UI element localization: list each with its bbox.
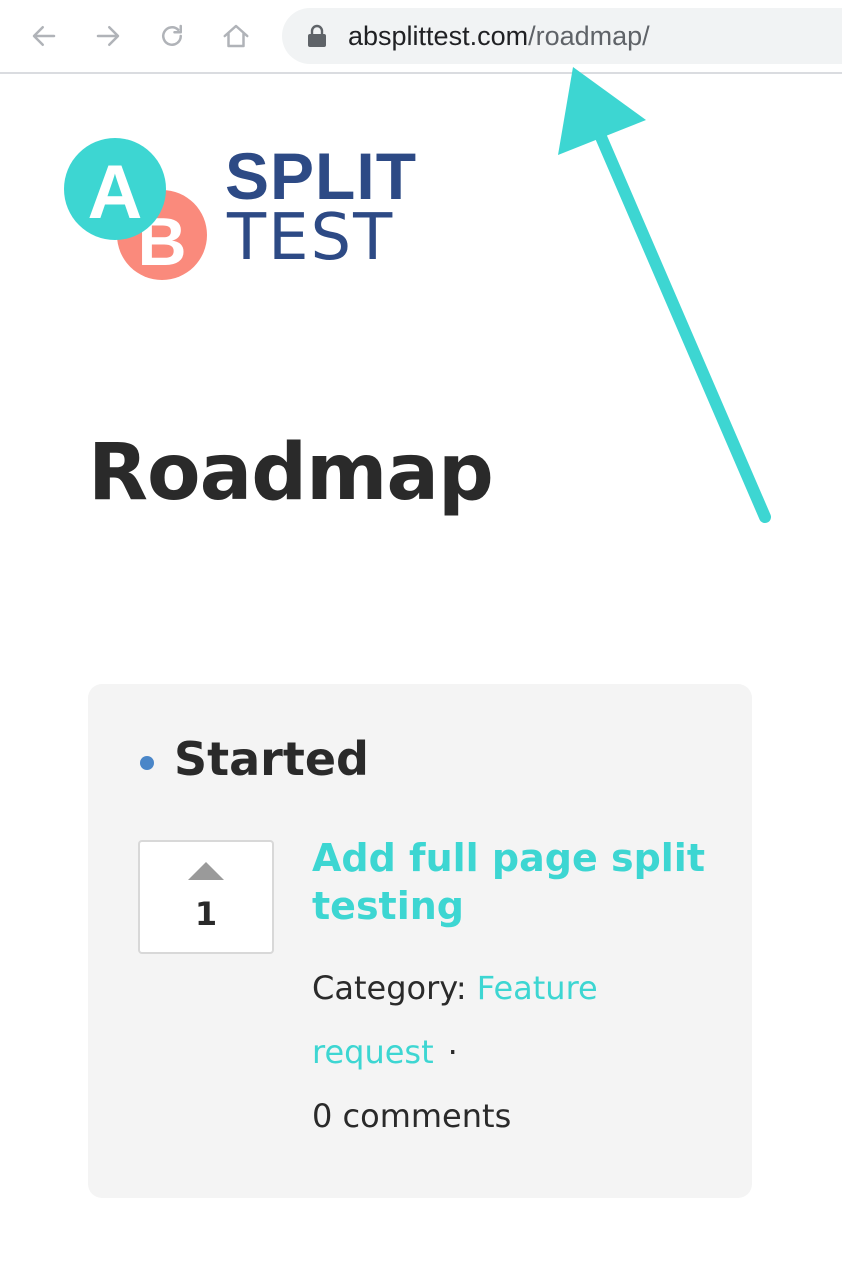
back-arrow-icon xyxy=(32,26,56,46)
home-button[interactable] xyxy=(218,18,254,54)
comments-link[interactable]: 0 comments xyxy=(312,1097,511,1135)
home-icon xyxy=(223,24,249,48)
site-logo[interactable]: B A SPLIT TEST xyxy=(60,135,416,285)
roadmap-status-card: Started 1 Add full page split testing Ca… xyxy=(88,684,752,1198)
status-dot xyxy=(140,756,154,770)
upvote-arrow-icon xyxy=(188,862,224,880)
annotation-arrow-head xyxy=(558,67,646,155)
logo-word-split: SPLIT xyxy=(225,139,418,213)
page: absplittest.com/roadmap/ B A SPLIT TEST … xyxy=(0,0,842,1270)
forward-button[interactable] xyxy=(90,18,126,54)
page-title: Roadmap xyxy=(88,428,494,518)
ab-logo-mark: B A xyxy=(64,138,207,280)
address-bar[interactable]: absplittest.com/roadmap/ xyxy=(282,8,842,64)
url-path: /roadmap/ xyxy=(528,21,650,51)
browser-toolbar: absplittest.com/roadmap/ xyxy=(0,0,842,74)
logo-letter-a: A xyxy=(88,150,143,235)
forward-arrow-icon xyxy=(96,26,120,46)
back-button[interactable] xyxy=(26,18,62,54)
reload-button[interactable] xyxy=(154,18,190,54)
lock-icon[interactable] xyxy=(306,24,328,48)
logo-word-test: TEST xyxy=(227,201,395,275)
roadmap-item-meta: Category: Feature request · 0 comments xyxy=(312,956,732,1148)
annotation-arrow-shaft xyxy=(592,124,771,523)
url-text[interactable]: absplittest.com/roadmap/ xyxy=(348,19,650,53)
category-label: Category: xyxy=(312,969,467,1007)
url-domain: absplittest.com xyxy=(348,21,529,51)
vote-count: 1 xyxy=(194,895,218,933)
status-heading: Started xyxy=(174,732,369,786)
roadmap-item-title-link[interactable]: Add full page split testing xyxy=(312,834,732,930)
reload-icon xyxy=(162,24,182,46)
meta-separator: · xyxy=(447,1033,458,1071)
upvote-button[interactable]: 1 xyxy=(138,840,274,954)
